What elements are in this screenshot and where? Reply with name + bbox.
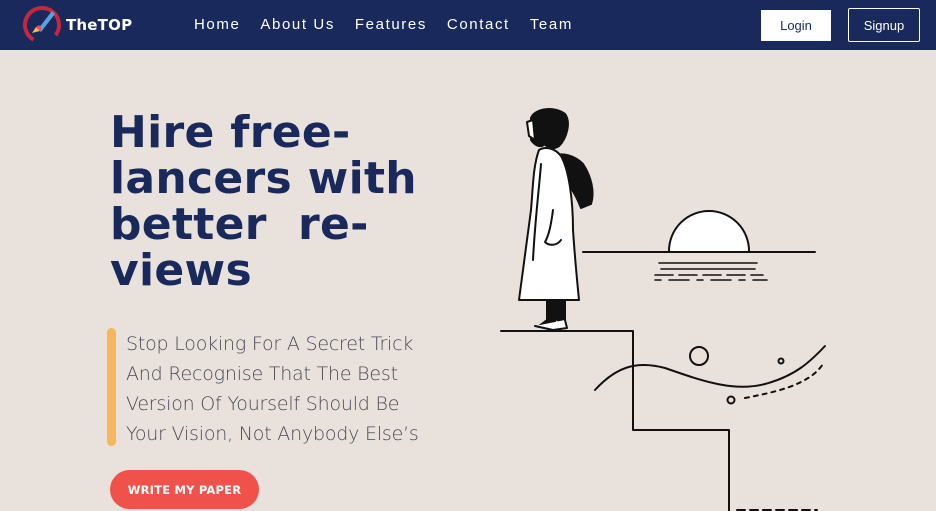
brush-logo-icon[interactable]	[22, 3, 64, 45]
hero-title-line: views	[110, 245, 252, 296]
hero-quote: Stop Looking For A Secret Trick And Reco…	[126, 329, 426, 449]
quote-accent-bar	[107, 328, 116, 446]
hero-quote-line: Version Of Yourself Should Be	[126, 393, 400, 415]
nav-link-contact[interactable]: Contact	[447, 16, 510, 33]
hero-quote-line: Your Vision, Not Anybody Else’s	[126, 423, 419, 445]
hiker-sunset-illustration	[500, 108, 826, 511]
login-button[interactable]: Login	[761, 10, 831, 41]
navbar: TheTOP Home About Us Features Contact Te…	[0, 0, 936, 50]
hero-quote-line: And Recognise That The Best	[126, 363, 398, 385]
write-my-paper-button[interactable]: WRITE MY PAPER	[110, 470, 259, 509]
nav-link-about-us[interactable]: About Us	[260, 16, 335, 33]
nav-links: Home About Us Features Contact Team	[194, 16, 593, 33]
brand-name[interactable]: TheTOP	[66, 16, 132, 34]
hero-title-line: lancers with	[110, 153, 417, 204]
hero-title: Hire free- lancers with better re- views	[110, 110, 430, 294]
hero-title-line: Hire free-	[110, 107, 351, 158]
hero-quote-line: Stop Looking For A Secret Trick	[126, 333, 414, 355]
hero-title-line: better re-	[110, 199, 369, 250]
nav-link-features[interactable]: Features	[355, 16, 427, 33]
nav-link-team[interactable]: Team	[530, 16, 573, 33]
nav-link-home[interactable]: Home	[194, 16, 240, 33]
signup-button[interactable]: Signup	[848, 8, 920, 42]
